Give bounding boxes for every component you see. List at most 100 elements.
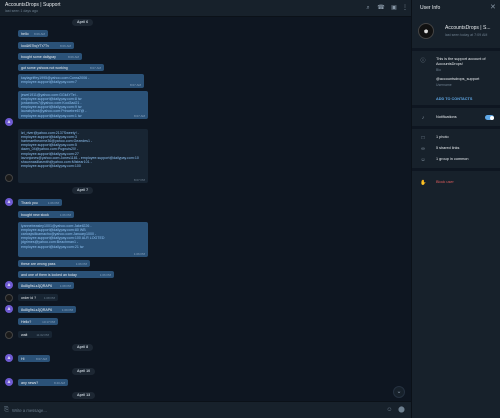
message-bubble[interactable]: and one of them is locked an today 1:06 …: [18, 271, 114, 278]
message-bubble[interactable]: Hello? 10:17 PM: [18, 318, 58, 325]
divider: [412, 48, 500, 51]
message-time: 1:08 PM: [43, 295, 55, 300]
avatar[interactable]: A: [5, 198, 13, 206]
group-icon: ☺: [420, 157, 426, 163]
message-bubble[interactable]: Thank you 1:06 PM: [18, 199, 62, 206]
avatar[interactable]: A: [5, 378, 13, 386]
message-time: 1:06 PM: [59, 212, 71, 217]
avatar[interactable]: A: [5, 281, 13, 289]
message-bubble[interactable]: Hi 8:07 AM: [18, 355, 50, 362]
message-bubble[interactable]: order id ? 1:08 PM: [18, 294, 58, 301]
photos-count[interactable]: 1 photo: [436, 135, 449, 140]
composer: ⎘ ☺ ⬤: [0, 401, 411, 418]
avatar[interactable]: A: [5, 305, 13, 313]
chat-title: AccountsDrops | Support: [5, 2, 61, 8]
message-time: 8:06 AM: [67, 54, 79, 59]
photo-icon: □: [421, 135, 425, 141]
divider: [412, 168, 500, 171]
attach-icon[interactable]: ⎘: [2, 406, 11, 415]
shared-links-count[interactable]: 5 shared links: [436, 146, 459, 151]
message-time: 1:06 PM: [99, 272, 111, 277]
message-time: 8:07 AM: [129, 82, 141, 87]
date-separator: April 8: [72, 344, 94, 351]
avatar[interactable]: [5, 294, 13, 302]
block-icon: ✋: [420, 180, 427, 186]
message-time: 11:02 PM: [36, 332, 49, 337]
message-text: and one of them is locked an today: [21, 272, 77, 277]
avatar[interactable]: A: [5, 354, 13, 362]
profile-name: AccountsDrops | S...: [445, 25, 491, 31]
message-time: 10:17 PM: [42, 319, 55, 324]
message-time: 1:06 PM: [133, 251, 145, 256]
bio-line: AccountsDrops!: [436, 61, 463, 66]
message-input[interactable]: [12, 406, 382, 415]
date-separator: April 10: [72, 368, 96, 375]
more-menu-icon[interactable]: ⋮: [401, 4, 409, 12]
message-text: employee.support@dailypay.com:100: [21, 164, 81, 169]
link-icon: ∞: [421, 146, 425, 152]
message-time: 8:07 AM: [35, 356, 47, 361]
message-bubble[interactable]: wait 11:02 PM: [18, 331, 52, 338]
message-time: 8:06 AM: [33, 31, 45, 36]
avatar[interactable]: A: [5, 118, 13, 126]
chat-pane: AccountsDrops | Support last seen 1 days…: [0, 0, 411, 418]
message-bubble[interactable]: these are wrong pass 1:06 PM: [18, 260, 90, 267]
username-value[interactable]: @accountsdrops_support: [436, 77, 479, 82]
add-to-contacts-button[interactable]: ADD TO CONTACTS: [436, 97, 472, 101]
message-bubble[interactable]: hello 8:06 AM: [18, 30, 48, 37]
search-icon[interactable]: ⌕: [364, 4, 372, 12]
groups-in-common[interactable]: 1 group in common: [436, 157, 469, 162]
username-label: Username: [436, 83, 452, 87]
scroll-down-button[interactable]: ⌄: [393, 386, 405, 398]
block-user-button[interactable]: Block user: [436, 180, 454, 185]
message-time: 1:09 PM: [61, 307, 73, 312]
panel-title: User Info: [420, 5, 441, 11]
message-text: employee.support@dailypay.com:21 tw: [21, 244, 84, 249]
message-bubble[interactable]: bought new stock 1:06 PM: [18, 211, 74, 218]
message-bubble[interactable]: lzt_river@yahoo.com:2137Sweety! - employ…: [18, 129, 148, 183]
message-text: employee.support@dailypay.com:1 tw: [21, 113, 82, 118]
message-bubble[interactable]: 8u8ig9sLzJjQRAP6 1:08 PM: [18, 282, 74, 289]
message-bubble[interactable]: kaylagriffey1995@yahoo.com:Conra2006 - e…: [18, 74, 144, 88]
message-bubble[interactable]: 8u8ig9sLzJjQRAP6 1:09 PM: [18, 306, 76, 313]
message-bubble[interactable]: jewel1911@yahoo.com:GGk4YTei - employee.…: [18, 91, 148, 119]
message-bubble[interactable]: bought some dailypay 8:06 AM: [18, 53, 82, 60]
divider: [412, 126, 500, 129]
message-time: 1:06 PM: [47, 200, 59, 205]
date-separator: April 13: [72, 392, 96, 399]
avatar[interactable]: [5, 174, 13, 182]
date-separator: April 6: [72, 19, 94, 26]
message-bubble[interactable]: any news? 8:40 AM: [18, 379, 68, 386]
message-time: 8:40 AM: [53, 380, 65, 385]
message-list[interactable]: April 6 hello 8:06 AM Ioo&f67bqYTr7Tv 8:…: [0, 17, 411, 401]
message-time: 8:07 PM: [133, 177, 145, 182]
avatar[interactable]: [5, 331, 13, 339]
bio-text: This is the support account of AccountsD…: [436, 57, 486, 66]
notifications-label: Notifications: [436, 115, 457, 119]
message-time: 1:08 PM: [59, 283, 71, 288]
profile-avatar[interactable]: ⬢: [418, 23, 434, 39]
close-icon[interactable]: ✕: [490, 3, 496, 11]
message-time: 8:07 AM: [89, 65, 101, 70]
emoji-icon[interactable]: ☺: [385, 406, 394, 415]
message-time: 8:07 AM: [133, 113, 145, 118]
bio-line: This is the support account of: [436, 57, 486, 61]
bio-label: Bio: [436, 68, 441, 72]
message-bubble[interactable]: got some yahoos not working 8:07 AM: [18, 64, 104, 71]
info-icon: ⓘ: [420, 58, 426, 64]
bell-icon: ♪: [421, 115, 425, 121]
divider: [412, 105, 500, 108]
phone-icon[interactable]: ☎: [377, 4, 385, 12]
user-info-panel: User Info ✕ ⬢ AccountsDrops | S... last …: [411, 0, 500, 418]
message-bubble[interactable]: Ioo&f67bqYTr7Tv 8:06 AM: [18, 42, 74, 49]
chat-status: last seen 1 days ago: [5, 9, 38, 13]
message-text: employee.support@dailypay.com:7: [21, 79, 77, 84]
microphone-icon[interactable]: ⬤: [397, 406, 406, 415]
sidebar-toggle-icon[interactable]: ▣: [390, 4, 398, 12]
message-time: 1:06 PM: [75, 261, 87, 266]
notifications-toggle[interactable]: [485, 115, 494, 120]
date-separator: April 7: [72, 187, 94, 194]
message-time: 8:06 AM: [59, 43, 71, 48]
message-bubble[interactable]: lyannebeasley1001@yahoo.com:Jakell226 - …: [18, 222, 148, 257]
chat-header[interactable]: AccountsDrops | Support last seen 1 days…: [0, 0, 411, 17]
